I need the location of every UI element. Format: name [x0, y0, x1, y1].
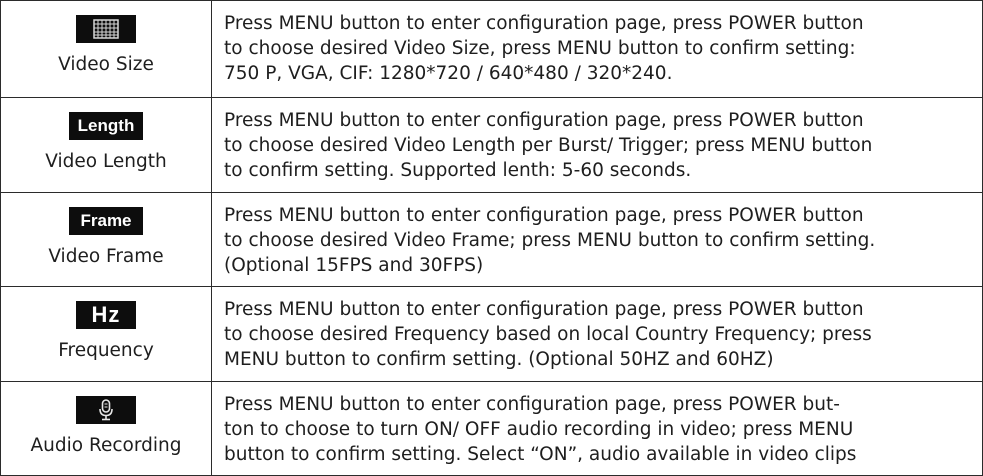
setting-description: Press MENU button to enter configuration…: [212, 1, 982, 97]
description-line: to choose desired Frequency based on loc…: [224, 324, 872, 345]
setting-description: Press MENU button to enter configuration…: [212, 287, 982, 381]
microphone-icon: [76, 396, 136, 424]
grid-icon: [76, 15, 136, 43]
setting-description: Press MENU button to enter configuration…: [212, 382, 982, 475]
table-row-video-size: Video Size Press MENU button to enter co…: [1, 1, 982, 98]
description-line: 750 P, VGA, CIF: 1280*720 / 640*480 / 32…: [224, 63, 673, 84]
settings-table: Video Size Press MENU button to enter co…: [0, 0, 983, 476]
table-row-video-frame: Frame Video Frame Press MENU button to e…: [1, 193, 982, 287]
description-line: Press MENU button to enter configuration…: [224, 394, 840, 415]
description-line: to choose desired Video Size, press MENU…: [224, 38, 856, 59]
setting-label: Video Length: [45, 151, 167, 172]
setting-label: Frequency: [58, 340, 154, 361]
setting-label: Video Size: [58, 54, 154, 75]
description-line: (Optional 15FPS and 30FPS): [224, 255, 484, 276]
description-line: Press MENU button to enter configuration…: [224, 110, 864, 131]
frame-icon: Frame: [69, 207, 143, 235]
setting-description: Press MENU button to enter configuration…: [212, 193, 982, 286]
description-line: ton to choose to turn ON/ OFF audio reco…: [224, 419, 854, 440]
length-icon: Length: [69, 112, 143, 140]
description-line: to confirm setting. Supported lenth: 5-6…: [224, 160, 692, 181]
description-line: Press MENU button to enter configuration…: [224, 205, 864, 226]
description-line: Press MENU button to enter configuration…: [224, 299, 864, 320]
setting-label: Video Frame: [48, 246, 164, 267]
setting-label-cell: Hz Frequency: [1, 287, 212, 381]
setting-label: Audio Recording: [30, 435, 182, 456]
setting-label-cell: Length Video Length: [1, 98, 212, 192]
description-line: Press MENU button to enter configuration…: [224, 13, 864, 34]
setting-description: Press MENU button to enter configuration…: [212, 98, 982, 192]
description-line: to choose desired Video Frame; press MEN…: [224, 230, 876, 251]
description-line: MENU button to confirm setting. (Optiona…: [224, 349, 774, 370]
setting-label-cell: Frame Video Frame: [1, 193, 212, 286]
setting-label-cell: Audio Recording: [1, 382, 212, 475]
setting-label-cell: Video Size: [1, 1, 212, 97]
table-row-video-length: Length Video Length Press MENU button to…: [1, 98, 982, 193]
table-row-frequency: Hz Frequency Press MENU button to enter …: [1, 287, 982, 382]
description-line: button to confirm setting. Select “ON”, …: [224, 444, 857, 465]
table-row-audio-recording: Audio Recording Press MENU button to ent…: [1, 382, 982, 475]
description-line: to choose desired Video Length per Burst…: [224, 135, 873, 156]
hz-icon: Hz: [76, 301, 136, 329]
